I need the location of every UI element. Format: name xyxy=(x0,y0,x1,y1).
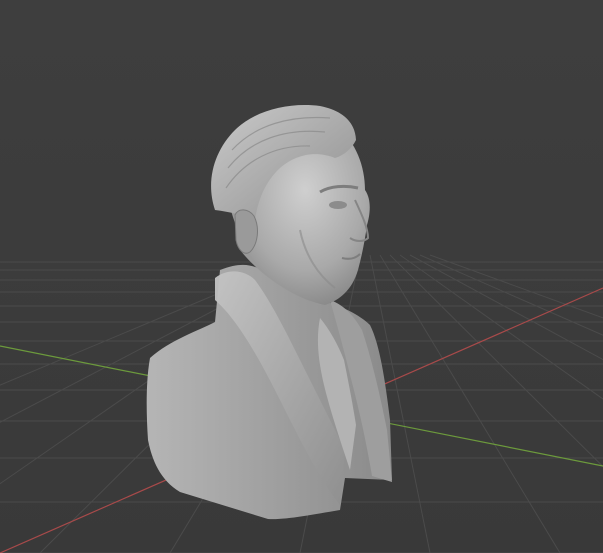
viewport-canvas[interactable] xyxy=(0,0,603,553)
bust-eye xyxy=(329,201,347,209)
3d-viewport[interactable] xyxy=(0,0,603,553)
bust-ear xyxy=(234,209,258,254)
